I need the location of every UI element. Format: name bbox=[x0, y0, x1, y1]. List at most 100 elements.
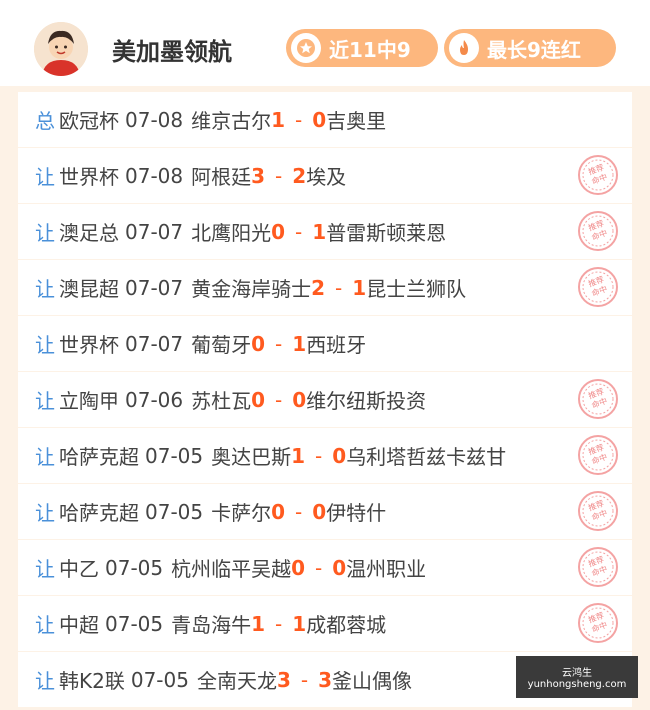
match-row[interactable]: 让 澳足总 07-07 北鹰阳光 0 - 1 普雷斯顿莱恩 推荐 命中 bbox=[18, 204, 632, 259]
score-separator: - bbox=[295, 107, 303, 132]
league-name: 世界杯 bbox=[59, 333, 119, 357]
away-team: 乌利塔哲兹卡兹甘 bbox=[346, 445, 507, 469]
star-icon bbox=[291, 33, 321, 63]
avatar[interactable] bbox=[34, 22, 88, 76]
home-score: 0 bbox=[291, 555, 306, 580]
bet-type-label: 让 bbox=[35, 445, 55, 469]
score-separator: - bbox=[315, 555, 323, 580]
league-name: 立陶甲 bbox=[59, 389, 119, 413]
league-name: 中超 bbox=[59, 613, 99, 637]
hit-stamp-icon: 推荐 命中 bbox=[578, 547, 618, 587]
match-row[interactable]: 让 澳昆超 07-07 黄金海岸骑士 2 - 1 昆士兰狮队 推荐 命中 bbox=[18, 260, 632, 315]
league-name: 韩K2联 bbox=[59, 669, 125, 693]
longest-streak-badge: 最长9连红 bbox=[444, 29, 616, 67]
hit-stamp-icon: 推荐 命中 bbox=[578, 379, 618, 419]
away-score: 1 bbox=[292, 331, 307, 356]
match-row[interactable]: 让 中超 07-05 青岛海牛 1 - 1 成都蓉城 推荐 命中 bbox=[18, 596, 632, 651]
match-date: 07-05 bbox=[145, 443, 204, 468]
bet-type-label: 让 bbox=[35, 557, 55, 581]
match-row[interactable]: 让 立陶甲 07-06 苏杜瓦 0 - 0 维尔纽斯投资 推荐 命中 bbox=[18, 372, 632, 427]
cartoon-avatar-icon bbox=[34, 22, 88, 76]
hit-stamp-icon: 推荐 命中 bbox=[578, 211, 618, 251]
watermark-title: 云鸿生 bbox=[562, 668, 592, 679]
away-score: 0 bbox=[332, 555, 347, 580]
bet-type-label: 让 bbox=[35, 669, 55, 693]
away-team: 维尔纽斯投资 bbox=[306, 389, 427, 413]
score-separator: - bbox=[315, 443, 323, 468]
away-score: 3 bbox=[318, 667, 333, 692]
hit-stamp-icon: 推荐 命中 bbox=[578, 155, 618, 195]
hit-stamp-icon: 推荐 命中 bbox=[578, 267, 618, 307]
expert-header: 美加墨领航 近11中9 最长9连红 bbox=[0, 0, 650, 86]
match-row[interactable]: 让 哈萨克超 07-05 卡萨尔 0 - 0 伊特什 推荐 命中 bbox=[18, 484, 632, 539]
match-row[interactable]: 总 欧冠杯 07-08 维京古尔 1 - 0 吉奥里 bbox=[18, 92, 632, 147]
bet-type-label: 让 bbox=[35, 277, 55, 301]
league-name: 世界杯 bbox=[59, 165, 119, 189]
home-team: 维京古尔 bbox=[191, 109, 272, 133]
away-team: 昆士兰狮队 bbox=[366, 277, 467, 301]
match-date: 07-07 bbox=[125, 275, 184, 300]
watermark-url: yunhongsheng.com bbox=[527, 679, 627, 690]
score-separator: - bbox=[275, 387, 283, 412]
hit-stamp-icon: 推荐 命中 bbox=[578, 435, 618, 475]
away-team: 埃及 bbox=[306, 165, 347, 189]
home-team: 苏杜瓦 bbox=[191, 389, 252, 413]
league-name: 哈萨克超 bbox=[59, 501, 139, 525]
home-team: 全南天龙 bbox=[196, 669, 277, 693]
league-name: 澳足总 bbox=[59, 221, 119, 245]
home-score: 0 bbox=[271, 219, 286, 244]
away-score: 0 bbox=[312, 499, 327, 524]
flame-icon bbox=[449, 33, 479, 63]
match-date: 07-08 bbox=[125, 107, 184, 132]
home-score: 0 bbox=[251, 387, 266, 412]
away-score: 1 bbox=[352, 275, 367, 300]
away-score: 2 bbox=[292, 163, 307, 188]
score-separator: - bbox=[300, 667, 309, 692]
match-row[interactable]: 让 世界杯 07-07 葡萄牙 0 - 1 西班牙 bbox=[18, 316, 632, 371]
recent-record-text: 近11中9 bbox=[329, 37, 411, 62]
league-name: 哈萨克超 bbox=[59, 445, 139, 469]
away-team: 普雷斯顿莱恩 bbox=[326, 221, 447, 245]
hit-stamp-icon: 推荐 命中 bbox=[578, 491, 618, 531]
score-separator: - bbox=[275, 611, 283, 636]
score-separator: - bbox=[295, 499, 303, 524]
home-score: 0 bbox=[251, 331, 266, 356]
match-date: 07-06 bbox=[125, 387, 184, 412]
expert-name: 美加墨领航 bbox=[112, 38, 232, 66]
home-team: 卡萨尔 bbox=[211, 501, 272, 525]
longest-streak-text: 最长9连红 bbox=[487, 37, 581, 62]
match-date: 07-07 bbox=[125, 331, 184, 356]
site-watermark: 云鸿生 yunhongsheng.com bbox=[516, 656, 638, 698]
away-score: 0 bbox=[292, 387, 307, 412]
away-team: 釜山偶像 bbox=[332, 669, 413, 693]
away-score: 0 bbox=[332, 443, 347, 468]
away-team: 吉奥里 bbox=[326, 109, 387, 133]
league-name: 中乙 bbox=[59, 557, 99, 581]
score-separator: - bbox=[275, 331, 283, 356]
away-score: 1 bbox=[292, 611, 307, 636]
match-date: 07-05 bbox=[130, 667, 189, 692]
match-row[interactable]: 让 世界杯 07-08 阿根廷 3 - 2 埃及 推荐 命中 bbox=[18, 148, 632, 203]
score-separator: - bbox=[335, 275, 343, 300]
recent-record-badge: 近11中9 bbox=[286, 29, 438, 67]
bet-type-label: 让 bbox=[35, 221, 55, 245]
away-score: 0 bbox=[312, 107, 327, 132]
home-score: 1 bbox=[291, 443, 306, 468]
home-score: 0 bbox=[271, 499, 286, 524]
match-row[interactable]: 让 哈萨克超 07-05 奥达巴斯 1 - 0 乌利塔哲兹卡兹甘 推荐 命中 bbox=[18, 428, 632, 483]
league-name: 欧冠杯 bbox=[59, 109, 119, 133]
home-team: 北鹰阳光 bbox=[191, 221, 272, 245]
bet-type-label: 让 bbox=[35, 165, 55, 189]
away-team: 温州职业 bbox=[346, 557, 427, 581]
home-team: 青岛海牛 bbox=[171, 613, 252, 637]
match-row[interactable]: 让 中乙 07-05 杭州临平吴越 0 - 0 温州职业 推荐 命中 bbox=[18, 540, 632, 595]
bet-type-label: 让 bbox=[35, 501, 55, 525]
home-team: 奥达巴斯 bbox=[211, 445, 292, 469]
match-date: 07-05 bbox=[105, 555, 164, 580]
away-score: 1 bbox=[312, 219, 327, 244]
away-team: 伊特什 bbox=[326, 501, 387, 525]
home-team: 葡萄牙 bbox=[191, 333, 252, 357]
home-team: 杭州临平吴越 bbox=[171, 557, 292, 581]
bet-type-label: 总 bbox=[35, 109, 55, 133]
home-score: 3 bbox=[251, 163, 266, 188]
